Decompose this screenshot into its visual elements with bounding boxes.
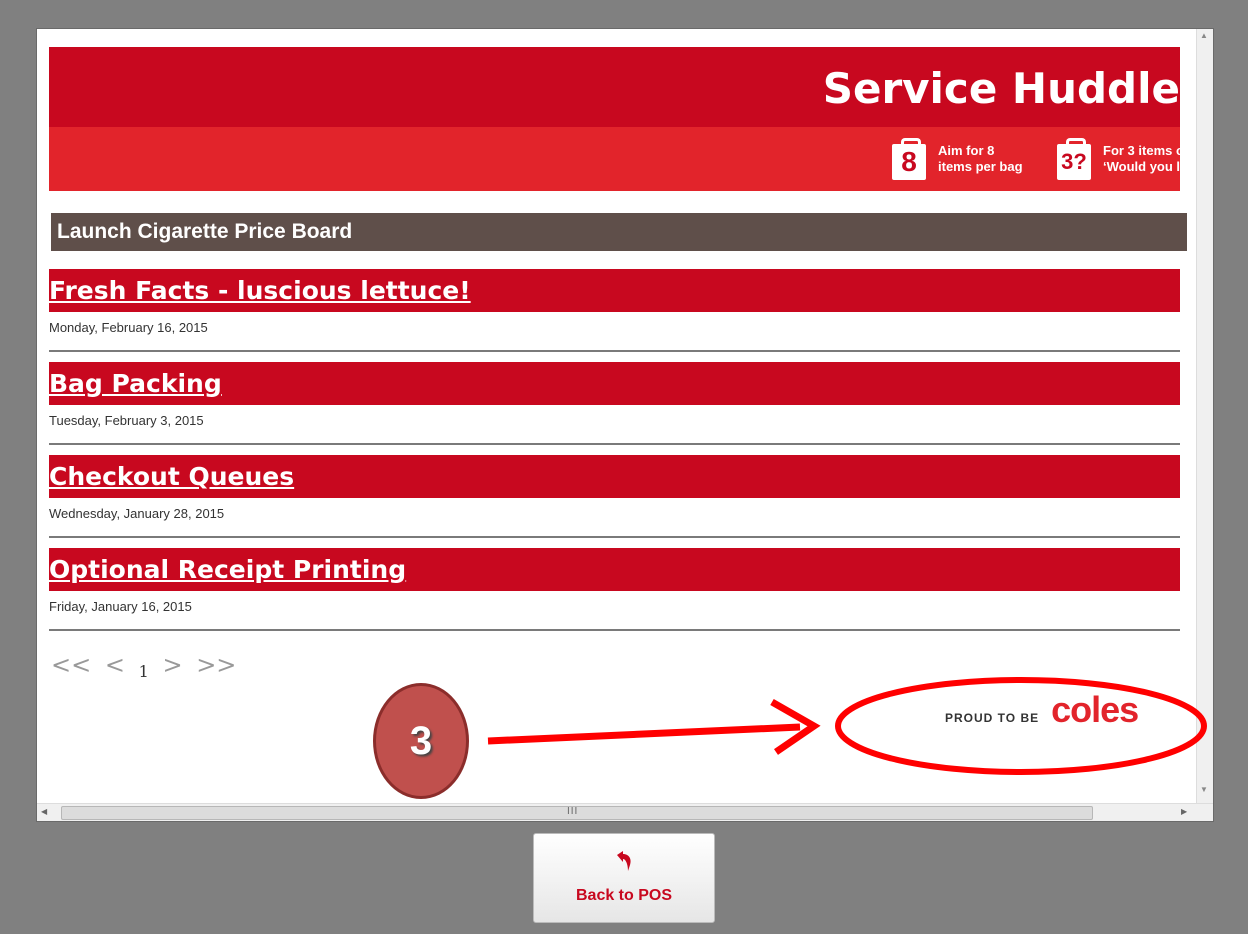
back-button-label: Back to POS [575, 887, 673, 904]
annotation-arrow-line [487, 723, 801, 745]
step-number: 3 [409, 718, 433, 763]
highlight-ellipse [835, 677, 1207, 775]
back-to-pos-button[interactable]: Back to POS [533, 833, 715, 923]
back-arrow-icon [613, 851, 635, 877]
step-number-badge: 3 [373, 683, 469, 799]
annotation-overlay [487, 677, 1207, 775]
